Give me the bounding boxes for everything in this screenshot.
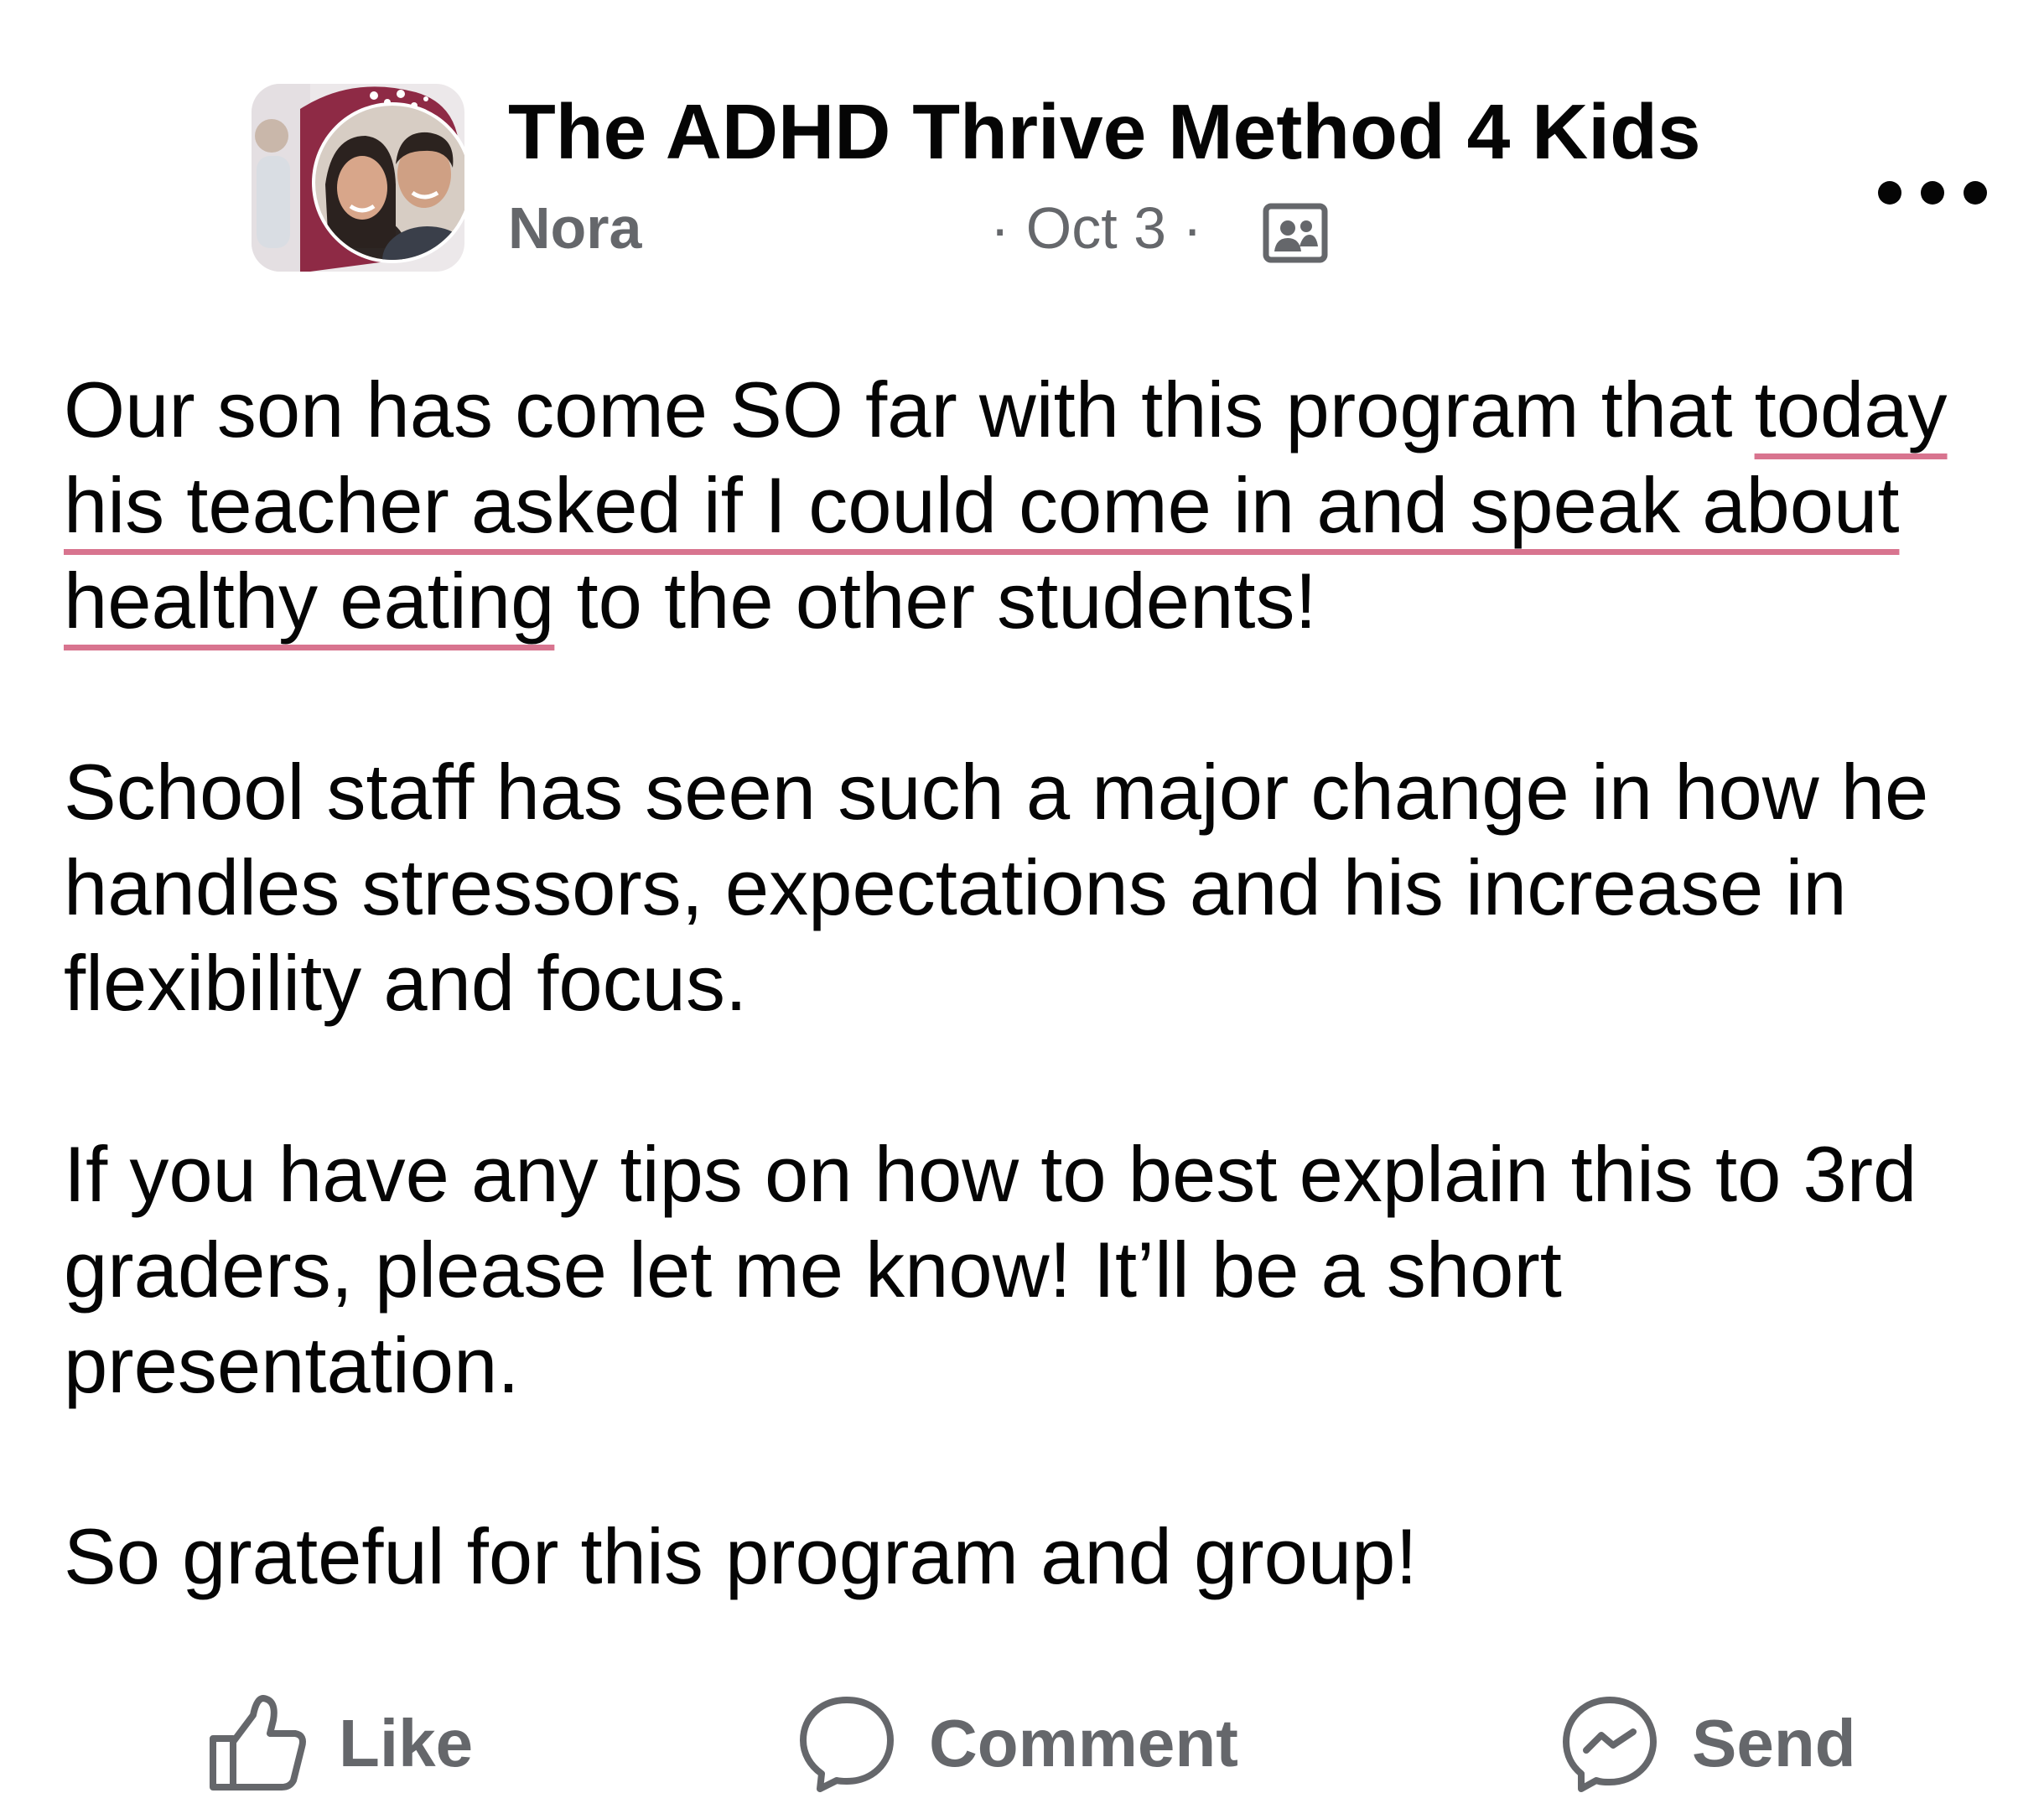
post-timestamp[interactable]: · Oct 3 · xyxy=(990,194,1202,262)
send-button[interactable]: Send xyxy=(1558,1685,1856,1802)
post-paragraph: So grateful for this program and group! xyxy=(64,1512,1418,1600)
post-paragraph: If you have any tips on how to best expl… xyxy=(64,1130,1917,1409)
more-options-button[interactable] xyxy=(1878,168,1987,218)
post-body: Our son has come SO far with this progra… xyxy=(64,362,2017,1604)
group-name[interactable]: The ADHD Thrive Method 4 Kids xyxy=(508,87,1701,177)
like-button[interactable]: Like xyxy=(205,1685,473,1802)
like-label: Like xyxy=(339,1706,474,1780)
group-audience-icon xyxy=(1263,203,1328,263)
post-paragraph: School staff has seen such a major chang… xyxy=(64,748,1929,1027)
group-avatar[interactable] xyxy=(252,84,464,272)
group-avatar-image xyxy=(252,84,464,272)
post-paragraph: Our son has come SO far with this progra… xyxy=(64,365,1948,645)
comment-bubble-icon xyxy=(795,1692,899,1796)
thumbs-up-icon xyxy=(205,1692,309,1796)
author-name[interactable]: Nora xyxy=(508,194,641,262)
more-options-icon xyxy=(1878,181,1901,205)
messenger-icon xyxy=(1558,1692,1662,1796)
group-post: The ADHD Thrive Method 4 Kids Nora · Oct… xyxy=(0,0,2044,1819)
post-meta: Nora · Oct 3 · xyxy=(508,194,1430,270)
send-label: Send xyxy=(1692,1706,1856,1780)
comment-label: Comment xyxy=(929,1706,1238,1780)
comment-button[interactable]: Comment xyxy=(795,1685,1238,1802)
